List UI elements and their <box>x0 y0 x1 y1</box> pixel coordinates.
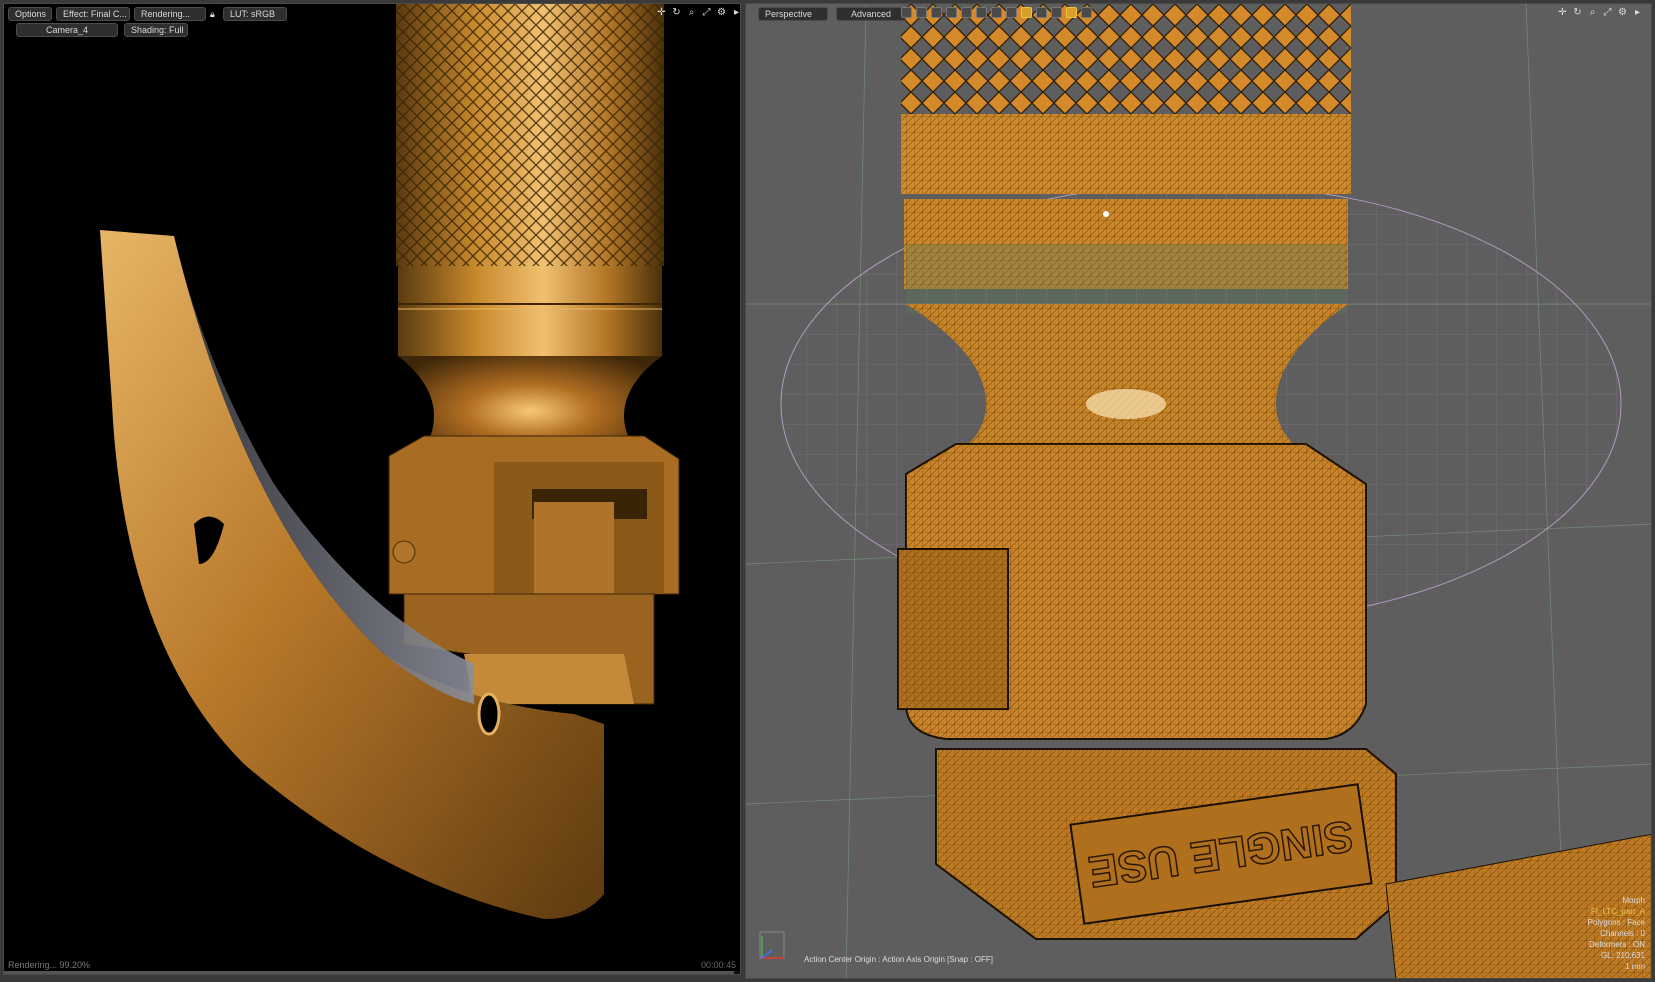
item-name-label: FI_LTC_part_A <box>1590 907 1645 916</box>
render-progress-fill <box>4 971 735 974</box>
gl-count-label: GL: 210,631 <box>1600 951 1645 960</box>
grid-icon[interactable] <box>901 7 912 18</box>
lighting-icon[interactable] <box>1081 7 1092 18</box>
zoom-view-icon[interactable]: ⌕ <box>1587 7 1598 18</box>
action-center-status: Action Center Origin : Action Axis Origi… <box>804 955 993 964</box>
render-viewport[interactable]: Options Effect: Final C... Rendering... … <box>3 3 741 975</box>
shaded-icon[interactable] <box>1036 7 1047 18</box>
viewport-tool-icons <box>901 7 1092 18</box>
maximize-view-icon[interactable]: ⤢ <box>701 7 712 18</box>
rotate-view-icon[interactable]: ↻ <box>671 7 682 18</box>
viewport-nav-icons: ✛ ↻ ⌕ ⤢ ⚙ ▸ <box>1557 7 1643 18</box>
texture-toggle-icon[interactable] <box>1066 7 1077 18</box>
vertex-icon[interactable] <box>931 7 942 18</box>
polygon-icon[interactable] <box>961 7 972 18</box>
camera-icon[interactable] <box>1051 7 1062 18</box>
move-view-icon[interactable]: ✛ <box>656 7 667 18</box>
expand-arrow-icon[interactable]: ▸ <box>1632 7 1643 18</box>
render-nav-icons: ✛ ↻ ⌕ ⤢ ⚙ ▸ <box>656 7 740 18</box>
advanced-dropdown[interactable]: Advanced <box>836 7 906 21</box>
perspective-dropdown[interactable]: Perspective <box>758 7 828 21</box>
settings-gear-icon[interactable]: ⚙ <box>716 7 727 18</box>
application-window: Options Effect: Final C... Rendering... … <box>0 0 1655 982</box>
rotate-view-icon[interactable]: ↻ <box>1572 7 1583 18</box>
item-icon[interactable] <box>976 7 987 18</box>
edge-icon[interactable] <box>946 7 957 18</box>
render-elapsed-time: 00:00:45 <box>700 960 736 970</box>
material-icon[interactable] <box>991 7 1002 18</box>
viewport-info-overlay: Morph FI_LTC_part_A Polygons : Face Chan… <box>1588 895 1645 972</box>
viewport-toolbar: Perspective Advanced <box>750 7 906 21</box>
options-button[interactable]: Options <box>8 7 52 21</box>
zoom-view-icon[interactable]: ⌕ <box>686 7 697 18</box>
render-status: Rendering... 99.20% <box>8 960 91 970</box>
3d-viewport[interactable]: SINGLE USE Perspective Advanced ✛ ↻ ⌕ ⤢ … <box>745 3 1652 979</box>
rendering-dropdown[interactable]: Rendering... <box>134 7 206 21</box>
render-toolbar-row2: Camera_4 Shading: Full <box>16 23 188 37</box>
render-toolbar: Options Effect: Final C... Rendering... … <box>8 7 287 21</box>
settings-gear-icon[interactable]: ⚙ <box>1617 7 1628 18</box>
deformers-label: Deformers : ON <box>1588 940 1645 949</box>
maximize-view-icon[interactable]: ⤢ <box>1602 7 1613 18</box>
unit-label: 1 mm <box>1625 962 1645 971</box>
wireframe-toggle-icon[interactable] <box>1021 7 1032 18</box>
lut-dropdown[interactable]: LUT: sRGB <box>223 7 287 21</box>
polygons-label: Polygons : Face <box>1587 918 1645 927</box>
channels-label: Channels : 0 <box>1600 929 1645 938</box>
render-preview-image <box>100 4 680 919</box>
mode-label: Morph <box>1622 896 1645 905</box>
render-progress-bar <box>4 971 740 974</box>
effect-dropdown[interactable]: Effect: Final C... <box>56 7 130 21</box>
shading-dropdown[interactable]: Shading: Full <box>124 23 188 37</box>
axis-gizmo-icon <box>759 931 785 959</box>
lock-icon[interactable]: 🔒︎ <box>210 9 219 19</box>
move-view-icon[interactable]: ✛ <box>1557 7 1568 18</box>
camera-dropdown[interactable]: Camera_4 <box>16 23 118 37</box>
expand-arrow-icon[interactable]: ▸ <box>731 7 740 18</box>
pivot-icon[interactable] <box>1006 7 1017 18</box>
wireframe-mesh-view: SINGLE USE <box>746 4 1651 978</box>
snap-icon[interactable] <box>916 7 927 18</box>
